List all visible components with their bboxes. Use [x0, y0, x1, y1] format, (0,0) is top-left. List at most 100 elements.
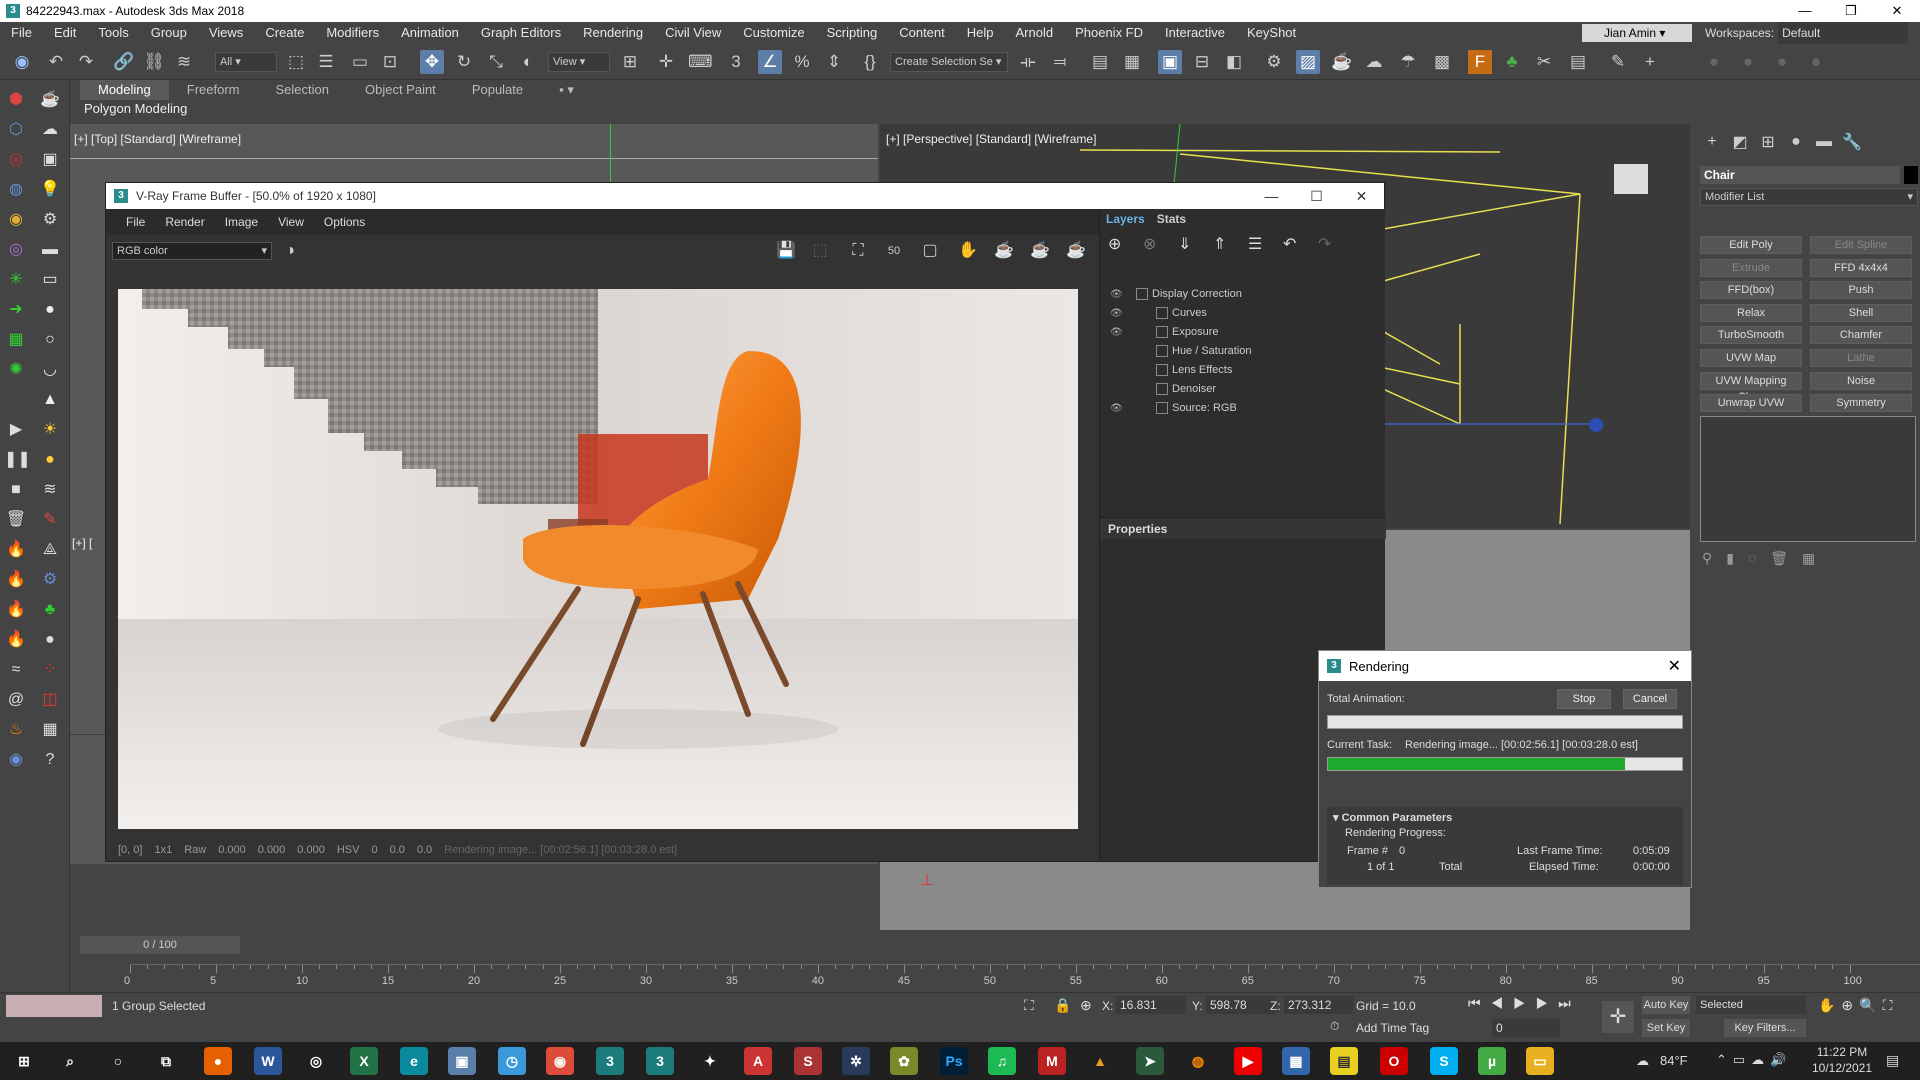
menu-group[interactable]: Group [140, 22, 198, 44]
material-ball-icon[interactable]: ● [38, 448, 62, 472]
compare-icon[interactable]: ▢ [918, 239, 942, 263]
close-icon[interactable]: ✕ [1874, 0, 1920, 22]
clock-date[interactable]: 10/12/2021 [1806, 1061, 1878, 1075]
motion-tab-icon[interactable]: ● [1782, 133, 1810, 151]
3dsmax-2-icon[interactable]: 3 [646, 1047, 674, 1075]
save-layers-icon[interactable]: ⇓ [1178, 234, 1213, 254]
stats-tab[interactable]: Stats [1151, 212, 1192, 226]
ribbon-tab-freeform[interactable]: Freeform [169, 80, 258, 100]
spotify-icon[interactable]: ♫ [988, 1047, 1016, 1075]
arrow-icon[interactable]: ➜ [4, 298, 28, 322]
modifier-button-edit-poly[interactable]: Edit Poly [1700, 236, 1802, 254]
firefox-icon[interactable]: ● [204, 1047, 232, 1075]
cloud-icon[interactable]: ☁ [38, 118, 62, 142]
render-setup-icon[interactable]: ⚙ [1262, 50, 1286, 74]
menu-keyshot[interactable]: KeyShot [1236, 22, 1307, 44]
zoom-50-button[interactable]: 50 [882, 239, 906, 263]
stop-icon[interactable]: ■ [4, 478, 28, 502]
modify-tab-icon[interactable]: ◩ [1726, 132, 1754, 152]
render-again-icon[interactable]: ☕ [1064, 239, 1088, 263]
angle-snap-icon[interactable]: ∠ [758, 50, 782, 74]
snaps-toggle-icon[interactable]: 3 [724, 50, 748, 74]
modifier-button-shell[interactable]: Shell [1810, 303, 1912, 322]
select-rotate-icon[interactable]: ↻ [452, 50, 476, 74]
blender-icon[interactable]: ◍ [1184, 1047, 1212, 1075]
compound-icon[interactable]: ✳ [4, 268, 28, 292]
vfb-close-icon[interactable]: ✕ [1339, 183, 1384, 209]
z-coord-field[interactable]: 273.312 [1284, 996, 1354, 1014]
swirl-icon[interactable]: @ [4, 688, 28, 712]
modifier-button-uvw-mapping-clear[interactable]: UVW Mapping Clear [1700, 371, 1802, 403]
absolute-mode-icon[interactable]: ⊕ [1080, 997, 1092, 1014]
create-tab-icon[interactable]: + [1698, 133, 1726, 151]
search-icon[interactable]: ⌕ [56, 1047, 84, 1075]
menu-help[interactable]: Help [956, 22, 1005, 44]
railclone-icon[interactable]: ✂ [1532, 50, 1556, 74]
modifier-button-ffd-box-[interactable]: FFD(box) [1700, 281, 1802, 300]
hierarchy-tab-icon[interactable]: ⊞ [1754, 132, 1782, 152]
percent-snap-icon[interactable]: % [790, 50, 814, 74]
spacewarps-icon[interactable]: ◉ [4, 208, 28, 232]
app-icon-7[interactable]: ◷ [498, 1047, 526, 1075]
modifier-button-chamfer[interactable]: Chamfer [1810, 326, 1912, 345]
flame-icon[interactable]: ♨ [4, 718, 28, 742]
select-by-name-icon[interactable]: ☰ [314, 50, 338, 74]
keyboard-shortcut-icon[interactable]: ⌨ [688, 50, 713, 74]
sphere-white-icon[interactable]: ● [38, 628, 62, 652]
app-icon-24[interactable]: ▤ [1330, 1047, 1358, 1075]
polygon-modeling-panel[interactable]: Polygon Modeling [80, 100, 190, 118]
bulb-icon[interactable]: 💡 [38, 178, 62, 202]
restore-icon[interactable]: ❐ [1828, 0, 1874, 22]
layer-row[interactable]: Lens Effects [1100, 361, 1386, 380]
menu-animation[interactable]: Animation [390, 22, 470, 44]
modifier-button-ffd-4x4x4[interactable]: FFD 4x4x4 [1810, 258, 1912, 277]
bowl-icon[interactable]: ◡ [38, 358, 62, 382]
layer-row[interactable]: 👁 Display Correction [1100, 285, 1386, 304]
render-last-icon[interactable]: ☕ [992, 239, 1016, 263]
systems-icon[interactable]: ⚙ [38, 208, 62, 232]
layer-row[interactable]: Hue / Saturation [1100, 342, 1386, 361]
time-tag-icon[interactable]: ⏱ [1330, 1019, 1339, 1034]
fire-icon[interactable]: 🔥 [4, 538, 28, 562]
modifier-button-symmetry[interactable]: Symmetry [1810, 394, 1912, 413]
layer-visibility-icon[interactable]: 👁 [1110, 304, 1123, 323]
fire-3-icon[interactable]: 🔥 [4, 598, 28, 622]
grid-icon[interactable]: ▦ [4, 328, 28, 352]
layers-tab[interactable]: Layers [1100, 212, 1151, 226]
layer-row[interactable]: 👁 Source: RGB [1100, 399, 1386, 418]
cancel-button[interactable]: Cancel [1623, 689, 1677, 709]
pause-icon[interactable]: ❚❚ [4, 448, 31, 472]
auto-key-button[interactable]: Auto Key [1642, 996, 1690, 1014]
app-icon-15[interactable]: ✿ [890, 1047, 918, 1075]
menu-content[interactable]: Content [888, 22, 956, 44]
app-icon-3[interactable]: ◎ [302, 1047, 330, 1075]
spinner-snap-icon[interactable]: ⇕ [822, 50, 846, 74]
color-picker-icon[interactable]: ◑ [278, 239, 302, 263]
render-image[interactable] [118, 289, 1078, 829]
cortana-icon[interactable]: ○ [104, 1047, 132, 1075]
key-filters-button[interactable]: Key Filters... [1724, 1019, 1806, 1037]
vfb-menu-image[interactable]: Image [215, 215, 268, 229]
reference-coord-dropdown[interactable]: View ▾ [548, 52, 610, 72]
app-icon-11[interactable]: ✦ [696, 1047, 724, 1075]
forest-icon[interactable]: ♣ [1500, 50, 1524, 74]
selection-filter-dropdown[interactable]: All ▾ [215, 52, 277, 72]
link-icon[interactable]: 🔗 [112, 50, 136, 74]
common-parameters-header[interactable]: ▾ Common Parameters [1333, 811, 1452, 824]
schematic-view-icon[interactable]: ⊟ [1190, 50, 1214, 74]
lights-icon[interactable]: ◎ [4, 148, 28, 172]
curve-editor-icon[interactable]: ▣ [1158, 50, 1182, 74]
skype-icon[interactable]: S [1430, 1047, 1458, 1075]
menu-interactive[interactable]: Interactive [1154, 22, 1236, 44]
x-coord-field[interactable]: 16.831 [1116, 996, 1186, 1014]
pivot-center-icon[interactable]: ⊞ [618, 50, 642, 74]
3dsmax-icon[interactable]: 3 [596, 1047, 624, 1075]
script-icon[interactable]: ✎ [1606, 50, 1630, 74]
tripod-icon[interactable]: ⟁ [38, 538, 62, 562]
fire-2-icon[interactable]: 🔥 [4, 568, 28, 592]
menu-arnold[interactable]: Arnold [1005, 22, 1065, 44]
track-bar[interactable]: 0 5 10 15 20 25 30 35 40 45 50 55 60 65 70 75 80 85 90 95 10… [124, 964, 1920, 990]
create-shapes-icon[interactable]: ⬡ [4, 118, 28, 142]
cone-icon[interactable]: ▲ [38, 388, 62, 412]
particle-icon[interactable]: ✺ [4, 358, 28, 382]
